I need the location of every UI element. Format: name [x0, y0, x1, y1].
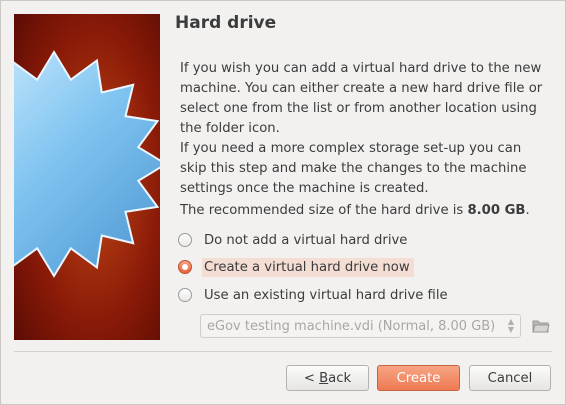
existing-file-dropdown[interactable]: eGov testing machine.vdi (Normal, 8.00 G… — [200, 314, 521, 338]
radio-no-hard-drive[interactable] — [178, 233, 192, 247]
back-button-label: < Back — [303, 370, 352, 386]
recommended-size-text: The recommended size of the hard drive i… — [180, 201, 550, 221]
description-paragraph: If you wish you can add a virtual hard d… — [180, 61, 543, 136]
existing-file-selected: eGov testing machine.vdi (Normal, 8.00 G… — [207, 318, 496, 334]
footer-separator — [14, 351, 552, 352]
option-no-hard-drive-label: Do not add a virtual hard drive — [204, 232, 408, 248]
create-button[interactable]: Create — [377, 365, 460, 391]
recommended-size-suffix: . — [525, 203, 530, 218]
option-existing-hard-drive[interactable]: Use an existing virtual hard drive file — [178, 284, 452, 306]
up-down-arrows-icon: ▲ ▼ — [507, 317, 514, 334]
back-button[interactable]: < Back — [286, 365, 369, 391]
radio-existing-hard-drive[interactable] — [178, 288, 192, 302]
option-no-hard-drive[interactable]: Do not add a virtual hard drive — [178, 229, 411, 251]
wizard-banner-image — [14, 14, 160, 340]
advanced-hint-paragraph: If you need a more complex storage set-u… — [180, 141, 527, 196]
recommended-size-prefix: The recommended size of the hard drive i… — [180, 203, 468, 218]
recommended-size-value: 8.00 GB — [467, 203, 526, 218]
back-mnemonic: B — [319, 370, 329, 386]
option-create-hard-drive[interactable]: Create a virtual hard drive now — [178, 256, 414, 278]
option-existing-hard-drive-label: Use an existing virtual hard drive file — [204, 287, 448, 303]
back-rest: ack — [328, 370, 352, 386]
option-create-hard-drive-label: Create a virtual hard drive now — [202, 257, 414, 277]
cancel-button[interactable]: Cancel — [469, 365, 551, 391]
page-title: Hard drive — [175, 13, 277, 33]
folder-open-icon[interactable] — [531, 316, 551, 336]
radio-create-hard-drive[interactable] — [178, 260, 192, 274]
